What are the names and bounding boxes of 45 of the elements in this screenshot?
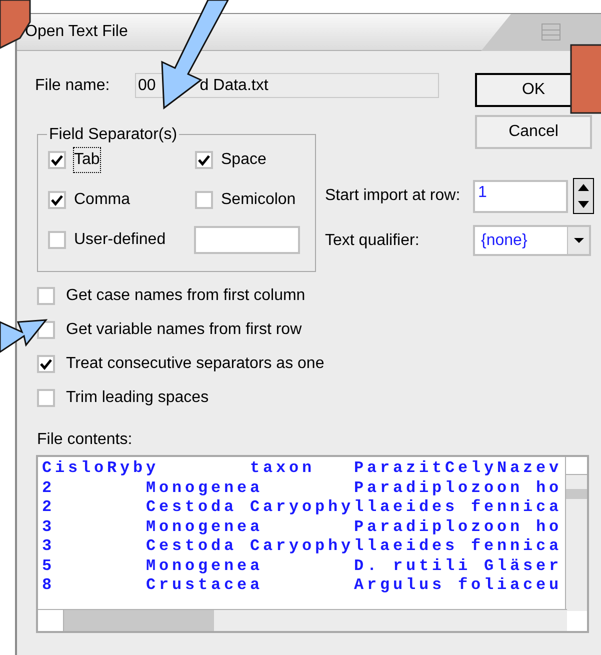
scroll-left-button[interactable] — [38, 610, 64, 631]
window-layout-icon[interactable] — [541, 23, 561, 41]
text-line: 2 Cestoda Caryophyllaeides fennica — [42, 498, 564, 518]
text-line: 2 Monogenea Paradiplozoon ho — [42, 478, 564, 498]
field-label: File name: — [35, 76, 111, 96]
checkbox[interactable] — [48, 231, 66, 249]
checkbox[interactable] — [48, 151, 66, 169]
checkbox[interactable] — [195, 191, 213, 209]
scroll-up-button[interactable] — [566, 457, 587, 475]
text-line: 5 Monogenea D. rutili Gläser — [42, 556, 564, 576]
checkbox-label: Space — [221, 150, 266, 170]
checkbox-label: Get variable names from first row — [66, 320, 302, 340]
section-label: File contents: — [37, 430, 132, 450]
checkbox-label: Tab — [74, 148, 100, 172]
checkbox-label: User-defined — [74, 230, 166, 250]
spin-button[interactable] — [573, 178, 594, 214]
scrollbar-thumb[interactable] — [566, 489, 587, 499]
callout-overlay — [570, 44, 601, 114]
checkbox-label: Comma — [74, 190, 130, 210]
checkbox[interactable] — [48, 191, 66, 209]
checkbox-label: Semicolon — [221, 190, 296, 210]
checkbox[interactable] — [37, 389, 55, 407]
checkbox[interactable] — [37, 355, 55, 373]
arrow-drawing — [0, 319, 48, 354]
dialog-button[interactable]: Cancel — [475, 115, 592, 149]
text-line: CisloRyby taxon ParazitCelyNazev — [42, 459, 564, 478]
checkbox-label: Get case names from first column — [66, 286, 306, 306]
file-contents-listbox[interactable] — [36, 455, 589, 633]
scrollbar-thumb[interactable] — [64, 610, 214, 631]
checkbox-label: Trim leading spaces — [66, 388, 209, 408]
checkbox[interactable] — [37, 287, 55, 305]
text-line: 8 Crustacea Argulus foliaceu — [42, 576, 564, 596]
text-line: 3 Monogenea Paradiplozoon ho — [42, 518, 564, 537]
text-line: 3 Cestoda Caryophyllaeides fennica — [42, 537, 564, 556]
start-row-field[interactable]: 1 — [473, 180, 568, 212]
user-defined-field[interactable] — [194, 226, 300, 254]
horizontal-scrollbar[interactable] — [38, 609, 567, 631]
vertical-scrollbar[interactable] — [565, 457, 587, 611]
checkbox-label: Treat consecutive separators as one — [66, 354, 324, 374]
file-name-field[interactable]: 00 d Data.txt — [135, 73, 439, 98]
checkbox[interactable] — [195, 151, 213, 169]
text-qualifier-dropdown[interactable]: {none} — [473, 225, 591, 256]
field-label: Text qualifier: — [325, 230, 420, 250]
field-label: Start import at row: — [325, 186, 462, 206]
window-title: Open Text File — [25, 22, 128, 42]
